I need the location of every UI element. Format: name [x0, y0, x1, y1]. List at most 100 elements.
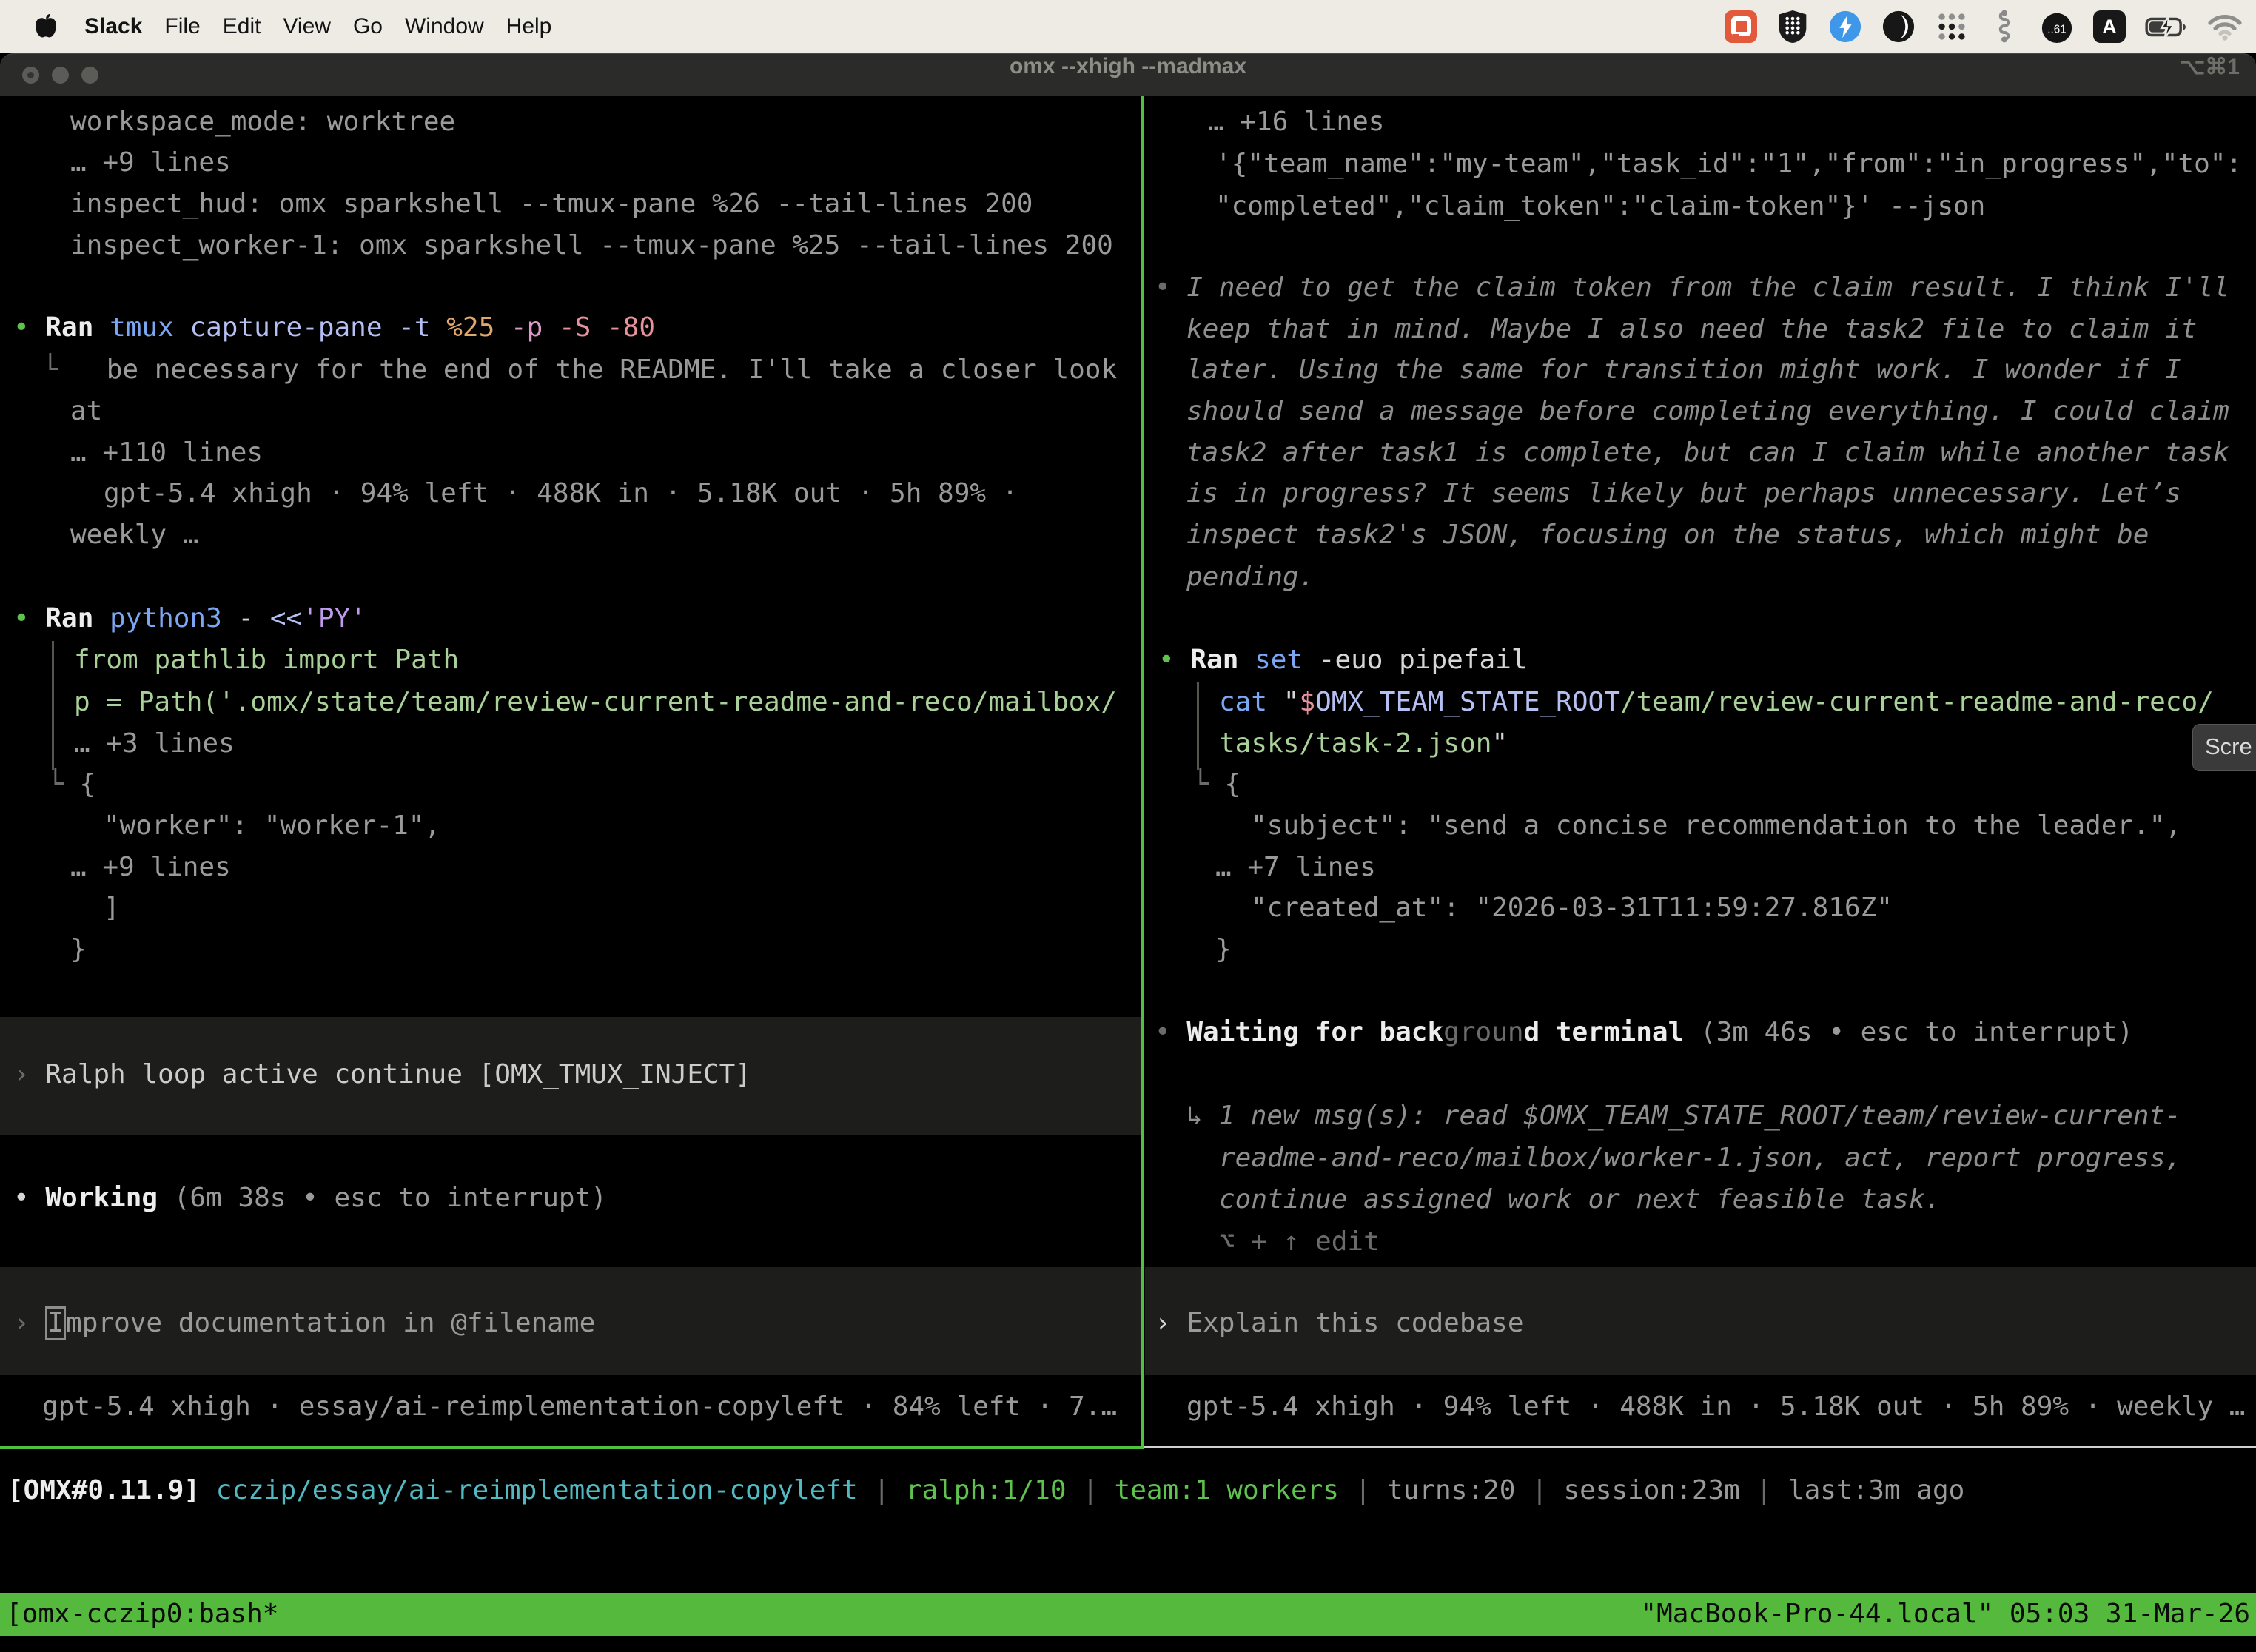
menu-status-icons: ..61 A: [1725, 7, 2256, 46]
json-open: └ {: [1192, 767, 1241, 802]
text-segment: … +16 lines: [1208, 107, 1384, 137]
bolt-badge-icon[interactable]: [1828, 7, 1862, 46]
text-segment: •: [13, 603, 45, 634]
battery-badge-icon[interactable]: ..61: [2040, 7, 2074, 46]
text-segment: •: [1155, 272, 1186, 303]
text-segment: inspect task2's JSON, focusing on the st…: [1186, 520, 2149, 550]
text-segment: ralph:1/10: [906, 1475, 1067, 1505]
text-segment: ›: [1155, 1308, 1186, 1338]
text-segment: -S -80: [543, 312, 655, 343]
text-segment: -euo pipefail: [1303, 645, 1527, 675]
text-segment: |: [1067, 1475, 1115, 1505]
thinking-5: task2 after task1 is complete, but can I…: [1186, 435, 2229, 471]
text-segment: Ralph loop active continue [OMX_TMUX_INJ…: [45, 1059, 751, 1089]
apple-menu-icon[interactable]: [30, 7, 62, 46]
menu-item-help[interactable]: Help: [506, 14, 552, 39]
text-segment: readme-and-reco/mailbox/worker-1.json, a…: [1219, 1143, 2181, 1173]
text-segment: (6m 38s • esc to interrupt): [158, 1183, 607, 1213]
text-segment: continue assigned work or next feasible …: [1219, 1184, 1941, 1215]
omx-status-pane: [OMX#0.11.9] cczip/essay/ai-reimplementa…: [0, 1449, 2256, 1593]
text-segment: ": [1491, 728, 1508, 759]
text-segment: pending.: [1186, 562, 1315, 592]
text-segment: }: [1215, 934, 1232, 964]
terminal-area: workspace_mode: worktree … +9 lines inspec…: [0, 96, 2256, 1593]
text-segment: workspace_mode: worktree: [70, 107, 455, 137]
text-segment: •: [13, 312, 45, 343]
thinking-4: should send a message before completing …: [1186, 394, 2229, 429]
text-segment: Working: [45, 1183, 158, 1213]
window-title: omx --xhigh --madmax: [0, 54, 2256, 97]
text-segment: |: [1515, 1475, 1563, 1505]
screen: Slack File Edit View Go Window Help ..61 A omx…: [0, 0, 2256, 1652]
text-segment: "worker": "worker-1",: [104, 810, 440, 841]
crescent-circle-icon[interactable]: [1881, 7, 1916, 46]
window-title-bar[interactable]: omx --xhigh --madmax ⌥⌘1: [0, 53, 2256, 96]
json-array-close: ]: [104, 890, 120, 926]
chat-app-icon[interactable]: [1725, 7, 1757, 46]
text-segment: cat: [1219, 687, 1267, 717]
json-open: └ {: [47, 767, 95, 802]
text-segment: -: [222, 603, 254, 634]
text-segment: Ran: [1190, 645, 1238, 675]
text-segment: inspect_worker-1: omx sparkshell --tmux-…: [70, 230, 1113, 261]
cmd-set-pipefail: • Ran set -euo pipefail: [1158, 642, 1528, 678]
thinking-3: later. Using the same for transition mig…: [1186, 352, 2181, 388]
shield-keypad-icon[interactable]: [1776, 7, 1809, 46]
json-transition-1: '{"team_name":"my-team","task_id":"1","f…: [1215, 147, 2242, 182]
text-segment: Explain this codebase: [1186, 1308, 1523, 1338]
json-subject: "subject": "send a concise recommendatio…: [1251, 808, 2181, 844]
pane-hline-right: [1144, 1446, 2256, 1448]
out-omitted: … +110 lines: [70, 435, 263, 471]
text-segment: last:3m ago: [1788, 1475, 1964, 1505]
text-segment: |: [1339, 1475, 1387, 1505]
battery-charging-icon[interactable]: [2145, 7, 2188, 46]
text-segment: … +7 lines: [1215, 852, 1376, 882]
text-segment: {: [1224, 769, 1241, 799]
text-segment: %25: [431, 312, 495, 343]
text-segment: Ran: [45, 312, 93, 343]
menu-item-go[interactable]: Go: [353, 14, 383, 39]
menu-item-view[interactable]: View: [283, 14, 330, 39]
thinking-1: • I need to get the claim token from the…: [1155, 270, 2229, 306]
screenshot-tooltip: Scre: [2192, 724, 2256, 771]
cfg-inspect-worker: inspect_worker-1: omx sparkshell --tmux-…: [70, 228, 1113, 263]
tmux-host-clock: "MacBook-Pro-44.local" 05:03 31-Mar-26: [1640, 1593, 2250, 1636]
cfg-inspect-hud: inspect_hud: omx sparkshell --tmux-pane …: [70, 187, 1033, 222]
menu-item-window[interactable]: Window: [405, 14, 484, 39]
text-segment: … +3 lines: [74, 728, 235, 759]
text-segment: gpt-5.4 xhigh · 94% left · 488K in · 5.1…: [1186, 1391, 2245, 1422]
text-segment: $: [1299, 687, 1315, 717]
text-segment: OMX_TEAM_STATE_ROOT: [1315, 687, 1620, 717]
text-segment: •: [1155, 1017, 1186, 1047]
json-close: }: [70, 932, 87, 967]
text-segment: [OMX#0.11.9]: [7, 1475, 200, 1505]
text-segment: at: [70, 396, 102, 426]
menu-item-file[interactable]: File: [164, 14, 200, 39]
text-segment: be necessary for the end of the README. …: [107, 355, 1117, 385]
text-segment: /team/review-current-readme-and-reco/: [1620, 687, 2214, 717]
thinking-7: inspect task2's JSON, focusing on the st…: [1186, 517, 2149, 553]
dots-grid-icon[interactable]: [1935, 7, 1969, 46]
text-cursor: I: [45, 1306, 66, 1340]
text-segment: team:1 workers: [1115, 1475, 1339, 1505]
text-segment: … +9 lines: [70, 852, 231, 882]
text-segment: "created_at": "2026-03-31T11:59:27.816Z": [1251, 893, 1893, 923]
text-segment: groun: [1443, 1017, 1523, 1047]
cmd-cat-1: cat "$OMX_TEAM_STATE_ROOT/team/review-cu…: [1219, 685, 2214, 720]
thinking-6: is in progress? It seems likely but perh…: [1186, 476, 2181, 511]
py-omitted: … +3 lines: [74, 726, 235, 762]
text-segment: gpt-5.4 xhigh · 94% left · 488K in · 5.1…: [104, 478, 1018, 508]
text-segment: |: [858, 1475, 906, 1505]
out-usage: gpt-5.4 xhigh · 94% left · 488K in · 5.1…: [104, 476, 1018, 511]
menu-item-edit[interactable]: Edit: [223, 14, 261, 39]
tmux-session-window: [omx-cczip0:bash*: [6, 1593, 278, 1636]
cfg-workspace-mode: workspace_mode: worktree: [70, 104, 455, 140]
text-segment: 'PY': [302, 603, 366, 634]
input-source-icon[interactable]: A: [2093, 7, 2126, 46]
app-menu-slack[interactable]: Slack: [84, 14, 142, 39]
text-segment: tmux: [93, 312, 173, 343]
squiggle-icon[interactable]: [1988, 7, 2021, 46]
wifi-icon[interactable]: [2207, 7, 2243, 46]
text-segment: should send a message before completing …: [1186, 396, 2229, 426]
out-omitted: … +16 lines: [1208, 104, 1384, 140]
